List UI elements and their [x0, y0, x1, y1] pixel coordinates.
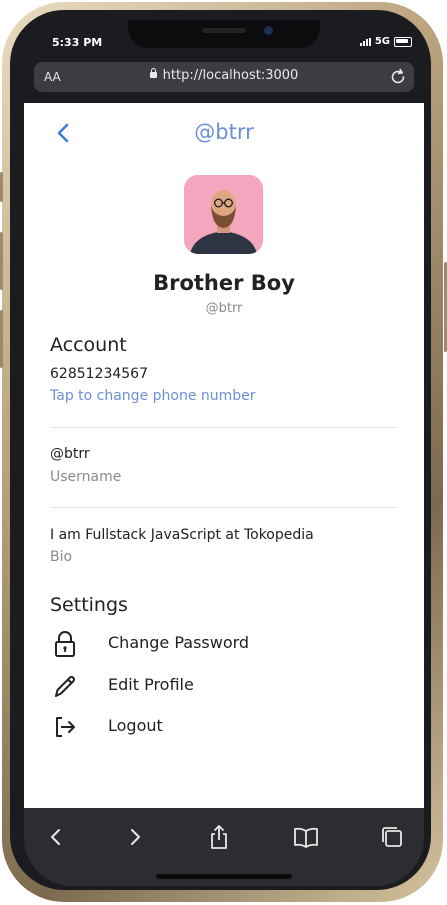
status-time: 5:33 PM: [52, 36, 103, 49]
avatar: [184, 175, 263, 254]
account-section-title: Account: [50, 334, 127, 356]
divider: [50, 507, 397, 508]
username-label: Username: [50, 469, 122, 485]
lock-icon: [55, 631, 75, 657]
change-password-item[interactable]: Change Password: [48, 626, 398, 660]
mute-switch: [0, 172, 3, 202]
battery-icon: [394, 36, 412, 47]
bio-label: Bio: [50, 549, 73, 565]
url-text: http://localhost:3000: [162, 68, 299, 83]
lock-icon: [149, 67, 157, 78]
avatar-photo: [184, 175, 263, 254]
speaker-grille: [202, 28, 246, 33]
reload-icon[interactable]: [388, 67, 408, 87]
volume-down-button: [0, 310, 3, 368]
bookmarks-icon[interactable]: [292, 824, 320, 850]
username-value[interactable]: @btrr: [50, 446, 90, 462]
pencil-icon: [55, 676, 75, 697]
profile-handle: @btrr: [205, 301, 243, 316]
settings-section-title: Settings: [50, 594, 128, 616]
front-camera: [264, 26, 273, 35]
home-indicator[interactable]: [156, 874, 292, 879]
back-icon[interactable]: [42, 824, 70, 850]
forward-icon[interactable]: [121, 824, 149, 850]
signal-icon: [359, 37, 371, 46]
phone-number: 62851234567: [50, 366, 148, 382]
notch: [128, 20, 320, 48]
edit-profile-item[interactable]: Edit Profile: [48, 668, 398, 702]
bio-value[interactable]: I am Fullstack JavaScript at Tokopedia: [50, 527, 314, 543]
tabs-icon[interactable]: [378, 824, 406, 850]
page-title: @btrr: [194, 120, 254, 144]
change-password-label: Change Password: [108, 633, 250, 652]
address-bar[interactable]: AA http://localhost:3000: [34, 62, 414, 92]
network-type: 5G: [374, 36, 390, 47]
browser-toolbar: [24, 808, 424, 886]
logout-item[interactable]: Logout: [48, 709, 398, 743]
logout-icon: [56, 717, 75, 737]
change-phone-link[interactable]: Tap to change phone number: [50, 388, 256, 404]
url-display[interactable]: http://localhost:3000: [34, 67, 414, 83]
volume-up-button: [0, 232, 3, 290]
system-icons: 5G: [359, 36, 412, 47]
status-bar: 5:33 PM 5G: [24, 20, 424, 64]
edit-profile-label: Edit Profile: [108, 675, 194, 694]
share-icon[interactable]: [205, 824, 233, 850]
profile-name: Brother Boy: [153, 271, 295, 295]
app-screen: @btrr Brother Boy @btrr Account 62851234…: [24, 103, 424, 808]
divider: [50, 427, 397, 428]
logout-label: Logout: [108, 716, 163, 735]
